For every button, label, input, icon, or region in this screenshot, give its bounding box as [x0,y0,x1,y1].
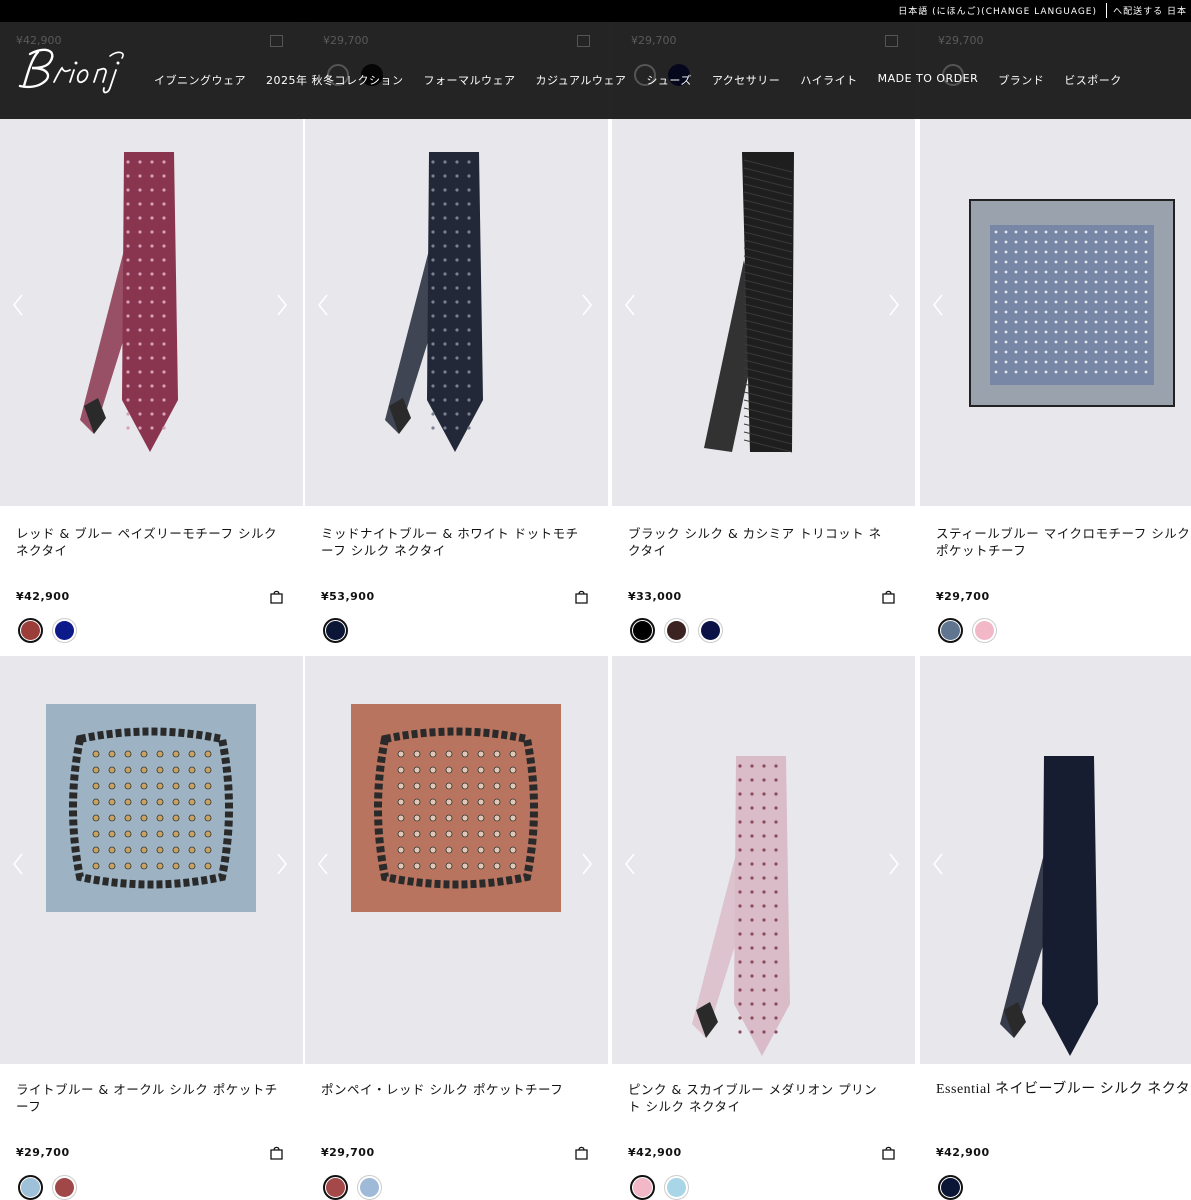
color-swatches [630,1175,689,1200]
nav-formal-wear[interactable]: フォーマルウェア [424,72,516,88]
prev-image-arrow[interactable] [316,852,330,876]
color-swatches [630,618,723,643]
utility-bar: 日本語 (にほんご)(CHANGE LANGUAGE) へ配送する 日本 [0,0,1191,22]
product-name[interactable]: ミッドナイトブルー & ホワイト ドットモチーフ シルク ネクタイ [321,525,583,559]
product-name[interactable]: ブラック シルク & カシミア トリコット ネクタイ [628,525,890,559]
add-to-bag-icon[interactable] [574,589,589,604]
color-swatches [323,1175,382,1200]
nav-fw-2025-collection[interactable]: 2025年 秋冬コレクション [266,72,404,88]
product-price: ¥29,700 [16,1146,70,1159]
product-card[interactable]: Essential ネイビーブルー シルク ネクタイ ¥42,900 [920,656,1191,1200]
color-swatch[interactable] [52,1175,77,1200]
color-swatch[interactable] [938,1175,963,1200]
color-swatch[interactable] [698,618,723,643]
add-to-bag-icon[interactable] [881,589,896,604]
nav-evening-wear[interactable]: イブニングウェア [154,72,246,88]
product-card[interactable]: ピンク & スカイブルー メダリオン プリント シルク ネクタイ ¥42,900 [612,656,915,1200]
color-swatches [18,618,77,643]
product-price: ¥29,700 [321,1146,375,1159]
product-name[interactable]: ポンペイ・レッド シルク ポケットチーフ [321,1081,583,1098]
color-swatches [323,618,348,643]
next-image-arrow[interactable] [275,293,289,317]
prev-image-arrow[interactable] [316,293,330,317]
ghost-price: ¥29,700 [323,34,369,47]
ghost-price: ¥29,700 [938,34,984,47]
brioni-logo[interactable] [14,42,130,96]
color-swatches [938,1175,963,1200]
color-swatch[interactable] [972,618,997,643]
color-swatches [18,1175,77,1200]
color-swatch[interactable] [18,618,43,643]
add-to-bag-icon[interactable] [269,1145,284,1160]
prev-image-arrow[interactable] [623,852,637,876]
color-swatch[interactable] [18,1175,43,1200]
product-name[interactable]: レッド & ブルー ペイズリーモチーフ シルク ネクタイ [16,525,278,559]
color-swatch[interactable] [664,1175,689,1200]
nav-accessories[interactable]: アクセサリー [712,72,780,88]
next-image-arrow[interactable] [887,293,901,317]
product-name[interactable]: スティールブルー マイクロモチーフ シルク ポケットチーフ [936,525,1191,559]
prev-image-arrow[interactable] [931,293,945,317]
nav-bespoke[interactable]: ビスポーク [1064,72,1122,88]
ghost-bag-icon [270,35,283,47]
nav-made-to-order[interactable]: MADE TO ORDER [878,72,979,88]
prev-image-arrow[interactable] [623,293,637,317]
site-header: ¥42,900 ¥29,700 ¥29,700 ¥29,700 イブニングウェア… [0,22,1191,119]
product-card[interactable]: ポンペイ・レッド シルク ポケットチーフ ¥29,700 [305,656,608,1200]
color-swatch[interactable] [357,1175,382,1200]
ghost-bag-icon [577,35,590,47]
utility-divider [1106,3,1107,18]
product-grid: レッド & ブルー ペイズリーモチーフ シルク ネクタイ ¥42,900 ミッドナイ… [0,0,1191,1200]
ghost-price: ¥29,700 [631,34,677,47]
prev-image-arrow[interactable] [11,293,25,317]
product-price: ¥42,900 [628,1146,682,1159]
product-image[interactable] [305,656,608,1064]
product-price: ¥42,900 [936,1146,990,1159]
main-nav: イブニングウェア 2025年 秋冬コレクション フォーマルウェア カジュアルウェ… [154,72,1122,88]
nav-brand[interactable]: ブランド [998,72,1044,88]
change-language-link[interactable]: 日本語 (にほんご)(CHANGE LANGUAGE) [898,4,1097,17]
next-image-arrow[interactable] [275,852,289,876]
color-swatch[interactable] [938,618,963,643]
color-swatch[interactable] [323,618,348,643]
color-swatch[interactable] [664,618,689,643]
product-price: ¥53,900 [321,590,375,603]
add-to-bag-icon[interactable] [574,1145,589,1160]
product-name[interactable]: ピンク & スカイブルー メダリオン プリント シルク ネクタイ [628,1081,890,1115]
next-image-arrow[interactable] [580,293,594,317]
prev-image-arrow[interactable] [931,852,945,876]
product-name[interactable]: ライトブルー & オークル シルク ポケットチーフ [16,1081,278,1115]
next-image-arrow[interactable] [580,852,594,876]
product-image[interactable] [0,656,303,1064]
color-swatch[interactable] [630,1175,655,1200]
color-swatch[interactable] [52,618,77,643]
product-card[interactable]: ライトブルー & オークル シルク ポケットチーフ ¥29,700 [0,656,303,1200]
product-price: ¥29,700 [936,590,990,603]
next-image-arrow[interactable] [887,852,901,876]
prev-image-arrow[interactable] [11,852,25,876]
nav-casual-wear[interactable]: カジュアルウェア [536,72,627,88]
product-price: ¥33,000 [628,590,682,603]
color-swatch[interactable] [323,1175,348,1200]
product-price: ¥42,900 [16,590,70,603]
product-image[interactable] [612,656,915,1064]
add-to-bag-icon[interactable] [269,589,284,604]
shipping-country-link[interactable]: へ配送する 日本 [1113,4,1187,17]
color-swatches [938,618,997,643]
ghost-bag-icon [885,35,898,47]
add-to-bag-icon[interactable] [881,1145,896,1160]
nav-shoes[interactable]: シューズ [646,72,691,88]
product-image[interactable] [920,656,1191,1064]
nav-highlights[interactable]: ハイライト [800,72,857,88]
product-name[interactable]: Essential ネイビーブルー シルク ネクタイ [936,1081,1191,1098]
color-swatch[interactable] [630,618,655,643]
